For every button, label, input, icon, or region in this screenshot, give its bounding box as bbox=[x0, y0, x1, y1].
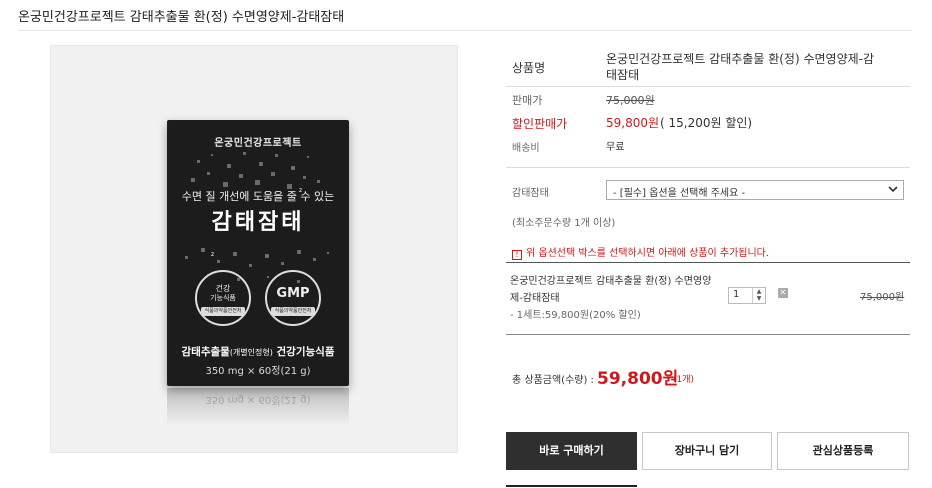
reflection-text: 350 mg × 60정(21 g) bbox=[205, 394, 311, 405]
health-food-seal: 건강 기능식품 식품의약품안전처 bbox=[195, 270, 251, 326]
product-brand: 온궁민건강프로젝트 bbox=[214, 138, 302, 149]
rule-3 bbox=[506, 262, 910, 263]
page-title: 온궁민건강프로젝트 감태추출물 환(정) 수면영양제-감태잠태 bbox=[18, 10, 345, 25]
seal-left-line1: 건강 bbox=[215, 284, 231, 293]
shipping-value: 무료 bbox=[606, 142, 625, 153]
desc-main: 감태추출물 bbox=[181, 346, 230, 358]
option-notice-text: 위 옵션선택 박스를 선택하시면 아래에 상품이 추가됩니다. bbox=[526, 248, 770, 259]
sale-price-value: 59,800원 bbox=[606, 116, 660, 130]
shipping-label: 배송비 bbox=[512, 143, 540, 154]
wishlist-button[interactable]: 관심상품등록 bbox=[777, 432, 909, 470]
rule-4 bbox=[506, 334, 910, 335]
product-name: 감태잠태 bbox=[211, 210, 305, 235]
seal-gmp-text: GMP bbox=[276, 286, 310, 301]
bottom-underline bbox=[506, 485, 637, 487]
quantity-stepper[interactable]: 1 ▲ ▼ bbox=[728, 287, 766, 304]
desc-tail: 건강기능식품 bbox=[272, 346, 335, 358]
total-count: (1개) bbox=[673, 375, 695, 385]
sale-price-label: 할인판매가 bbox=[512, 117, 568, 131]
warning-icon: ! bbox=[512, 250, 522, 260]
add-to-cart-button[interactable]: 장바구니 담기 bbox=[642, 432, 772, 470]
selected-item-price: 75,000원 bbox=[860, 292, 905, 303]
option-label: 감태잠태 bbox=[512, 188, 549, 199]
min-order-text: (최소주문수량 1개 이상) bbox=[512, 218, 616, 229]
product-name-value-line2: 태잠태 bbox=[606, 68, 640, 82]
rule-1 bbox=[506, 86, 910, 87]
product-quantity: 350 mg × 60정(21 g) bbox=[205, 366, 311, 377]
desc-small: (개별인정형) bbox=[229, 348, 273, 357]
product-reflection: 350 mg × 60정(21 g) bbox=[167, 388, 349, 426]
buy-now-button[interactable]: 바로 구매하기 bbox=[506, 432, 637, 470]
product-image: zz 온궁민건강프로젝트 수면 질 개선에 도움을 줄 수 있는 감태잠태 건강… bbox=[50, 45, 458, 453]
product-tagline: 수면 질 개선에 도움을 줄 수 있는 bbox=[181, 190, 335, 203]
product-description: 감태추출물(개별인정형) 건강기능식품 bbox=[167, 344, 349, 359]
product-box: zz 온궁민건강프로젝트 수면 질 개선에 도움을 줄 수 있는 감태잠태 건강… bbox=[167, 120, 349, 386]
sale-discount: ( 15,200원 할인) bbox=[660, 116, 753, 130]
product-name-label: 상품명 bbox=[512, 61, 546, 75]
selected-item-name-line2: 제-감태잠태 bbox=[510, 293, 560, 304]
chevron-down-icon bbox=[888, 186, 898, 193]
quantity-value: 1 bbox=[733, 289, 740, 300]
seal-left-band: 식품의약품안전처 bbox=[201, 307, 245, 316]
rule-2 bbox=[506, 167, 910, 168]
price-value: 75,000원 bbox=[606, 94, 655, 107]
title-divider bbox=[18, 30, 912, 31]
selected-item-name-line1: 온궁민건강프로젝트 감태추출물 환(정) 수면영양 bbox=[510, 276, 712, 287]
stepper-arrows-icon[interactable]: ▲ ▼ bbox=[752, 288, 765, 303]
option-notice: ! 위 옵션선택 박스를 선택하시면 아래에 상품이 추가됩니다. bbox=[512, 244, 769, 260]
svg-text:z: z bbox=[211, 251, 214, 258]
gmp-seal: GMP 식품의약품안전처 bbox=[265, 270, 321, 326]
seal-right-band: 식품의약품안전처 bbox=[271, 307, 315, 316]
selected-item-detail: - 1세트:59,800원(20% 할인) bbox=[510, 310, 641, 321]
product-name-value-line1: 온궁민건강프로젝트 감태추출물 환(정) 수면영양제-감 bbox=[606, 52, 875, 66]
total-amount: 59,800원 bbox=[597, 369, 679, 389]
seal-left-line2: 기능식품 bbox=[210, 294, 236, 302]
option-select-value: - [필수] 옵션을 선택해 주세요 - bbox=[613, 188, 746, 199]
price-label: 판매가 bbox=[512, 94, 543, 107]
total-label: 총 상품금액(수량) : bbox=[512, 375, 594, 386]
option-select[interactable]: - [필수] 옵션을 선택해 주세요 - bbox=[606, 180, 904, 200]
remove-item-icon[interactable]: ✕ bbox=[778, 288, 788, 298]
